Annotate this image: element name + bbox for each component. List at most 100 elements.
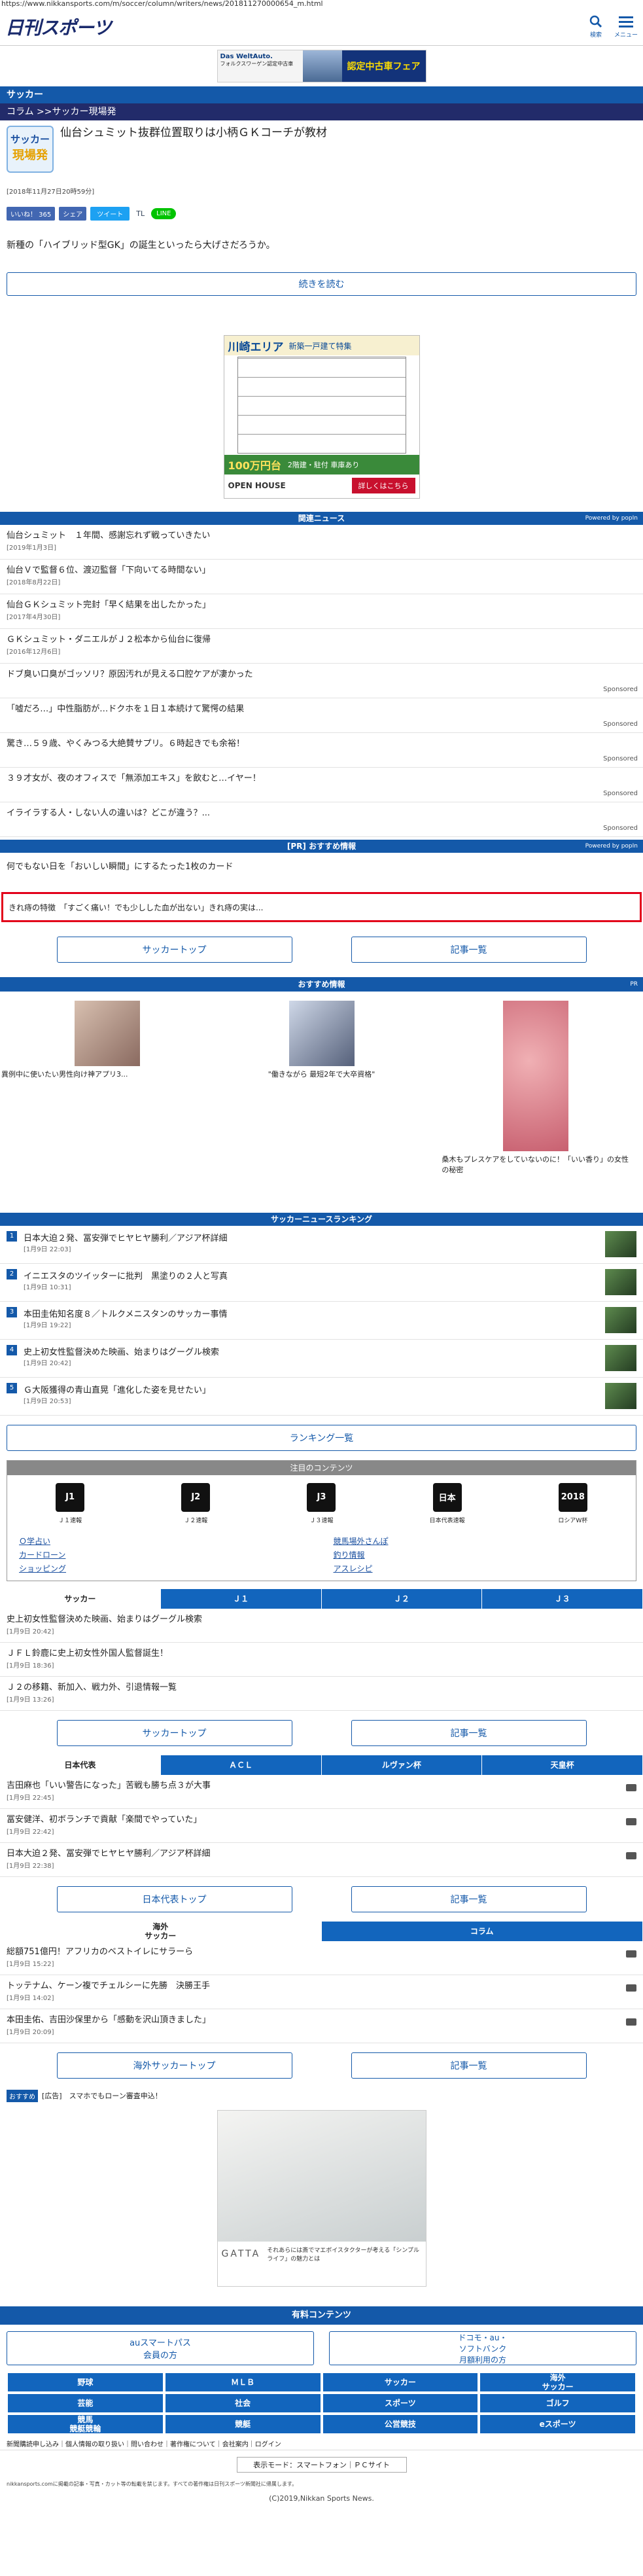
- news-list-item[interactable]: 日本大迫２発、冨安弾でヒヤヒヤ勝利／アジア杯詳細 [1月9日 22:38]: [0, 1843, 643, 1877]
- related-news-item[interactable]: ＧＫシュミット・ダニエルがＪ２松本から仙台に復帰 [2016年12月6日]: [0, 629, 643, 664]
- footer-category-link[interactable]: 野球: [7, 2372, 164, 2393]
- footer-category-link[interactable]: ゴルフ: [479, 2393, 636, 2414]
- sponsored-item[interactable]: ドブ臭い口臭がゴッソリ？原因汚れが見える口腔ケアが凄かった Sponsored: [0, 664, 643, 698]
- footer-category-link[interactable]: 競艇: [164, 2414, 322, 2435]
- recommend-badge: おすすめ: [7, 2089, 38, 2102]
- related-news-item[interactable]: 仙台ＧＫシュミット完封「早く結果を出したかった」 [2017年4月30日]: [0, 594, 643, 629]
- ranking-more-button[interactable]: ランキング一覧: [7, 1425, 636, 1451]
- tab-2[interactable]: Ｊ２: [321, 1589, 483, 1609]
- au-smartpass-button[interactable]: auスマートパス 会員の方: [7, 2331, 314, 2365]
- house-ad-detail-button[interactable]: 詳しくはこちら: [351, 478, 415, 493]
- tumblr-button[interactable]: TL: [133, 207, 147, 220]
- japan-top-button[interactable]: 日本代表トップ: [56, 1886, 292, 1912]
- footer-category-link[interactable]: ＭＬＢ: [164, 2372, 322, 2393]
- articles-button[interactable]: 記事一覧: [351, 1886, 587, 1912]
- section-bar[interactable]: サッカー: [0, 86, 643, 103]
- attention-link[interactable]: Ｏ学占い: [7, 1535, 322, 1547]
- attention-link[interactable]: 釣り情報: [322, 1549, 636, 1560]
- ranking-number: 4: [7, 1345, 17, 1355]
- sponsored-item[interactable]: 「嘘だろ…」中性脂肪が…ドクホを１日１本続けて驚愕の結果 Sponsored: [0, 698, 643, 733]
- tab-3[interactable]: 天皇杯: [482, 1755, 643, 1775]
- gatta-text: それあらには斎でマエボイスタクターが考える「シンプルライフ」の魅力とは: [267, 2247, 420, 2263]
- attention-link[interactable]: アスレシピ: [322, 1563, 636, 1574]
- ranking-item[interactable]: 4 史上初女性監督決めた映画、始まりはグーグル検索 [1月9日 20:42]: [0, 1340, 643, 1378]
- recommend-item[interactable]: "働きながら 最短2年で大卒資格": [215, 1001, 429, 1079]
- sponsored-item[interactable]: 驚き…５９歳、やくみつる大絶賛サプリ。６時起きでも余裕！ Sponsored: [0, 733, 643, 768]
- footer-category-link[interactable]: 競馬 競艇競輪: [7, 2414, 164, 2435]
- sponsored-item[interactable]: ３９才女が、夜のオフィスで「無添加エキス」を飲むと…イヤー！ Sponsored: [0, 768, 643, 802]
- ranking-item[interactable]: 5 Ｇ大阪獲得の青山直晃「進化した姿を見せたい」 [1月9日 20:53]: [0, 1378, 643, 1416]
- soccer-top-button[interactable]: サッカートップ: [56, 1720, 292, 1746]
- docomo-button[interactable]: ドコモ・au・ ソフトバンク 月額利用の方: [329, 2331, 636, 2365]
- read-more-button[interactable]: 続きを読む: [7, 272, 636, 296]
- related-news-item[interactable]: 仙台Ｖで監督６位、渡辺監督「下向いてる時間ない」 [2018年8月22日]: [0, 560, 643, 594]
- overseas-top-button[interactable]: 海外サッカートップ: [56, 2052, 292, 2079]
- tab-0[interactable]: サッカー: [0, 1589, 161, 1609]
- news-list-item[interactable]: 総額751億円！アフリカのベストイレにサラーら [1月9日 15:22]: [0, 1941, 643, 1975]
- tab-2[interactable]: ルヴァン杯: [321, 1755, 483, 1775]
- attention-link[interactable]: ショッピング: [7, 1563, 322, 1574]
- recommend-item[interactable]: 異例中に使いたい男性向け神アプリ3...: [0, 1001, 215, 1079]
- search-button[interactable]: 検索: [589, 15, 602, 39]
- line-button[interactable]: LINE: [151, 207, 177, 219]
- related-news-date: [2019年1月3日]: [7, 545, 56, 552]
- attention-link[interactable]: 競馬場外さんぽ: [322, 1535, 636, 1547]
- attention-icon-item[interactable]: J1 Ｊ１速報: [37, 1482, 103, 1524]
- tab-1[interactable]: ＡＣＬ: [160, 1755, 322, 1775]
- ad-car-image: [302, 50, 342, 82]
- news-list-item[interactable]: 冨安健洋、初ボランチで貢献「楽間でやっていた」 [1月9日 22:42]: [0, 1809, 643, 1843]
- news-list-item[interactable]: 本田圭佑、吉田沙保里から「感動を沢山頂きました」 [1月9日 20:09]: [0, 2009, 643, 2043]
- ranking-item[interactable]: 2 イニエスタのツイッターに批判 黒塗りの２人と写真 [1月9日 10:31]: [0, 1264, 643, 1302]
- news-list-item[interactable]: 吉田麻也「いい警告になった」苦戦も勝ち点３が大事 [1月9日 22:45]: [0, 1775, 643, 1809]
- footer-category-link[interactable]: スポーツ: [321, 2393, 479, 2414]
- tab-0[interactable]: 海外 サッカー: [0, 1922, 322, 1941]
- footer-links[interactable]: 新聞購読申し込み｜個人情報の取り扱い｜問い合わせ｜著作権について｜会社案内｜ログ…: [0, 2435, 643, 2450]
- house-ad[interactable]: 川崎エリア 新築一戸建て特集 100万円台 2階建・駐付 車庫あり OPEN H…: [223, 335, 420, 499]
- top-banner-ad[interactable]: Das WeltAuto. フォルクスワーゲン認定中古車 認定中古車フェア: [217, 50, 426, 82]
- ranking-item[interactable]: 3 本田圭佑知名度８／トルクメニスタンのサッカー事情 [1月9日 19:22]: [0, 1302, 643, 1340]
- facebook-like-button[interactable]: いいね！ 365: [7, 206, 56, 221]
- recommend-item[interactable]: 桑木もプレスケアをしていないのに！「いい香り」の女性の秘密: [428, 1001, 643, 1175]
- ranking-title: 史上初女性監督決めた映画、始まりはグーグル検索: [24, 1348, 220, 1357]
- soccer-top-button[interactable]: サッカートップ: [56, 937, 292, 963]
- facebook-share-button[interactable]: シェア: [59, 206, 87, 221]
- column-badge-line2: 現場発: [12, 149, 48, 162]
- display-mode-box[interactable]: 表示モード：スマートフォン｜ＰＣサイト: [236, 2457, 407, 2473]
- news-list-item[interactable]: トッテナム、ケーン複でチェルシーに先勝 決勝王手 [1月9日 14:02]: [0, 1975, 643, 2009]
- pr-highlight[interactable]: きれ痔の特徴 「すごく痛い！でも少しした血が出ない」きれ痔の実は...: [1, 892, 642, 922]
- footer-category-link[interactable]: 海外 サッカー: [479, 2372, 636, 2393]
- news-list-title: 日本大迫２発、冨安弾でヒヤヒヤ勝利／アジア杯詳細: [7, 1849, 211, 1859]
- attention-icon-item[interactable]: J3 Ｊ３速報: [288, 1482, 354, 1524]
- related-news-item[interactable]: 仙台シュミット １年間、感謝忘れず戦っていきたい [2019年1月3日]: [0, 525, 643, 560]
- tab-1[interactable]: Ｊ１: [160, 1589, 322, 1609]
- tab-0[interactable]: 日本代表: [0, 1755, 161, 1775]
- footer-category-link[interactable]: eスポーツ: [479, 2414, 636, 2435]
- gatta-ad[interactable]: GATTA それあらには斎でマエボイスタクターが考える「シンプルライフ」の魅力と…: [217, 2110, 426, 2287]
- news-list-item[interactable]: Ｊ２の移籍、新加入、戦力外、引退情報一覧 [1月9日 13:26]: [0, 1677, 643, 1711]
- tab-3[interactable]: Ｊ３: [482, 1589, 643, 1609]
- sponsored-item[interactable]: イライラする人・しない人の違いは？どこが違う？... Sponsored: [0, 802, 643, 837]
- footer-category-link[interactable]: 芸能: [7, 2393, 164, 2414]
- pr-item[interactable]: 何でもない日を「おいしい瞬間」にするたった1枚のカード: [0, 853, 643, 892]
- news-list-item[interactable]: 史上初女性監督決めた映画、始まりはグーグル検索 [1月9日 20:42]: [0, 1609, 643, 1643]
- articles-button[interactable]: 記事一覧: [351, 937, 587, 963]
- menu-button[interactable]: メニュー: [614, 15, 638, 39]
- attention-link[interactable]: カードローン: [7, 1549, 322, 1560]
- articles-button[interactable]: 記事一覧: [351, 2052, 587, 2079]
- footer-category-link[interactable]: 公営競技: [321, 2414, 479, 2435]
- gatta-image: [217, 2111, 426, 2242]
- loan-ad-link[interactable]: [広告] スマホでもローン審査申込！: [42, 2090, 162, 2101]
- attention-icon-item[interactable]: 2018 ロシアW杯: [540, 1482, 606, 1524]
- tab-1[interactable]: コラム: [321, 1922, 643, 1941]
- attention-icon-label: Ｊ２速報: [184, 1517, 208, 1524]
- attention-icon-item[interactable]: J2 Ｊ２速報: [163, 1482, 228, 1524]
- news-list-item[interactable]: ＪＦＬ鈴鹿に史上初女性外国人監督誕生！ [1月9日 18:36]: [0, 1643, 643, 1677]
- footer-category-link[interactable]: サッカー: [321, 2372, 479, 2393]
- attention-icon-item[interactable]: 日本 日本代表速報: [415, 1482, 480, 1524]
- tweet-button[interactable]: ツイート: [90, 206, 130, 221]
- site-logo[interactable]: 日刊スポーツ: [5, 14, 111, 40]
- footer-category-link[interactable]: 社会: [164, 2393, 322, 2414]
- articles-button[interactable]: 記事一覧: [351, 1720, 587, 1746]
- breadcrumb[interactable]: コラム >>サッカー現場発: [0, 103, 643, 120]
- ranking-item[interactable]: 1 日本大迫２発、冨安弾でヒヤヒヤ勝利／アジア杯詳細 [1月9日 22:03]: [0, 1226, 643, 1264]
